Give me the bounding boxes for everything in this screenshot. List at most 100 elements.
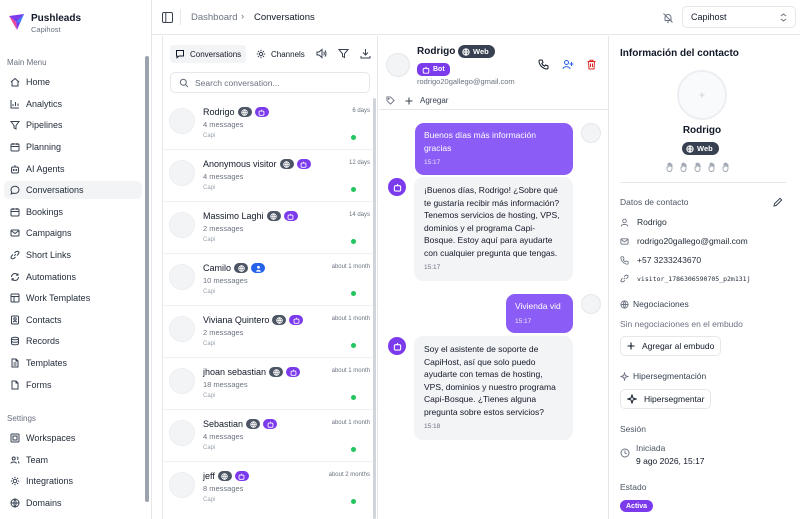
conversation-item-sebastian[interactable]: Sebastian 4 messages Capi about 1 month [163,410,377,462]
form-icon [6,380,24,390]
conversation-item-viviana-quintero[interactable]: Viviana Quintero 2 messages Capi about 1… [163,306,377,358]
online-status-dot [351,239,356,244]
web-channel-icon [272,315,287,325]
conversation-source: Capi [203,341,216,347]
conversation-list-scrollbar[interactable] [373,98,376,519]
globe-icon [686,144,694,153]
bot-badge-icon [283,211,298,221]
conversation-name: Anonymous visitor [203,159,311,169]
avatar [169,316,195,342]
conversation-item-massimo-laghi[interactable]: Massimo Laghi 2 messages Capi 14 days [163,202,377,254]
conversation-source: Capi [203,445,216,451]
conversation-name: Camilo [203,263,266,273]
home-icon [6,77,24,87]
sidebar-item-pipelines[interactable]: Pipelines [4,116,142,134]
records-icon [6,336,24,346]
message-text: Buenos días más información gracias [424,130,536,153]
sidebar-item-analytics[interactable]: Analytics [4,95,142,113]
workspace-select[interactable]: Capihost [682,6,796,28]
edit-icon[interactable] [773,197,783,207]
tab-conversations-label: Conversations [190,49,242,59]
conversation-name-text: Rodrigo [203,107,235,117]
sidebar-item-conversations[interactable]: Conversations [4,181,142,199]
message-text: Vivienda vid [515,301,561,311]
web-channel-label: Web [473,47,489,56]
settings-label: Settings [7,414,36,423]
sidebar-item-records[interactable]: Records [4,332,142,350]
sidebar-item-contacts[interactable]: Contacts [4,311,142,329]
avatar [169,160,195,186]
tab-channels-label: Channels [271,49,305,59]
sidebar-item-ai-agents[interactable]: AI Agents [4,160,142,178]
web-channel-badge: Web [458,45,495,58]
web-channel-icon [237,107,252,117]
assign-user-icon[interactable] [562,59,574,70]
gear-icon [256,49,266,59]
conversation-message-count: 8 messages [203,484,244,493]
conversation-name: Sebastian [203,419,278,429]
mail-icon [6,228,24,238]
sidebar-item-team[interactable]: Team [4,451,142,469]
conversation-name-text: Viviana Quintero [203,315,270,325]
add-to-funnel-label: Agregar al embudo [642,341,715,351]
add-tag-label: Agregar [420,96,449,105]
sidebar-item-home[interactable]: Home [4,73,142,91]
online-status-dot [351,135,356,140]
download-icon[interactable] [360,48,371,59]
message-time: 15:17 [515,317,532,325]
sidebar-item-label: Records [26,336,60,346]
phone-icon[interactable] [538,59,549,70]
session-label: Sesión [620,424,646,434]
sidebar-toggle-icon[interactable] [162,12,173,23]
template-icon [6,293,24,303]
sidebar: Pushleads Capihost Main Menu Home Analyt… [0,0,152,519]
sidebar-item-bookings[interactable]: Bookings [4,203,142,221]
notifications-off-icon[interactable] [662,12,674,24]
sidebar-item-label: Contacts [26,315,62,325]
sidebar-item-planning[interactable]: Planning [4,138,142,156]
bot-badge-icon [254,107,269,117]
conversation-item-camilo[interactable]: Camilo 10 messages Capi about 1 month [163,254,377,306]
contact-web-badge: Web [682,142,719,155]
sidebar-item-templates[interactable]: Templates [4,354,142,372]
avatar [169,368,195,394]
sound-icon[interactable] [316,48,327,59]
conversation-name: Massimo Laghi [203,211,298,221]
conversation-item-rodrigo[interactable]: Rodrigo 4 messages Capi 6 days [163,98,377,150]
sidebar-item-workspaces[interactable]: Workspaces [4,429,142,447]
sidebar-item-short-links[interactable]: Short Links [4,246,142,264]
add-tag-button[interactable]: Agregar [405,96,448,105]
sidebar-scrollbar[interactable] [145,56,149,502]
web-channel-icon [234,263,249,273]
search-conversation-input[interactable]: Search conversation... [170,72,370,93]
contact-web-label: Web [697,144,713,153]
conversation-source: Capi [203,133,216,139]
conversation-item-jeff[interactable]: jeff 8 messages Capi about 2 months [163,462,377,514]
link-icon [620,274,629,283]
conversation-message-count: 10 messages [203,276,248,285]
contact-rating[interactable] [666,162,731,172]
user-badge-icon [251,263,266,273]
tab-conversations[interactable]: Conversations [170,45,247,63]
conversation-message-count: 2 messages [203,328,244,337]
sidebar-item-domains[interactable]: Domains [4,494,142,512]
add-to-funnel-button[interactable]: Agregar al embudo [620,336,722,356]
filter-icon[interactable] [338,48,349,59]
conversation-name: Rodrigo [203,107,269,117]
bot-badge-icon [263,419,278,429]
sidebar-item-campaigns[interactable]: Campaigns [4,224,142,242]
conversation-item-anonymous-visitor[interactable]: Anonymous visitor 4 messages Capi 12 day… [163,150,377,202]
trash-icon[interactable] [586,59,597,70]
hipersegmentar-button[interactable]: Hipersegmentar [620,389,712,409]
sidebar-item-automations[interactable]: Automations [4,268,142,286]
sidebar-item-forms[interactable]: Forms [4,376,142,394]
contact-data-label: Datos de contacto [620,197,689,207]
breadcrumb-dashboard[interactable]: Dashboard [191,12,237,23]
sidebar-item-integrations[interactable]: Integrations [4,472,142,490]
tab-channels[interactable]: Channels [251,45,310,63]
tag-icon [386,96,395,105]
calendar-icon [6,207,24,217]
conversation-item-jhoan-sebastian[interactable]: jhoan sebastian 18 messages Capi about 1… [163,358,377,410]
sidebar-item-work-templates[interactable]: Work Templates [4,289,142,307]
team-icon [6,455,24,465]
